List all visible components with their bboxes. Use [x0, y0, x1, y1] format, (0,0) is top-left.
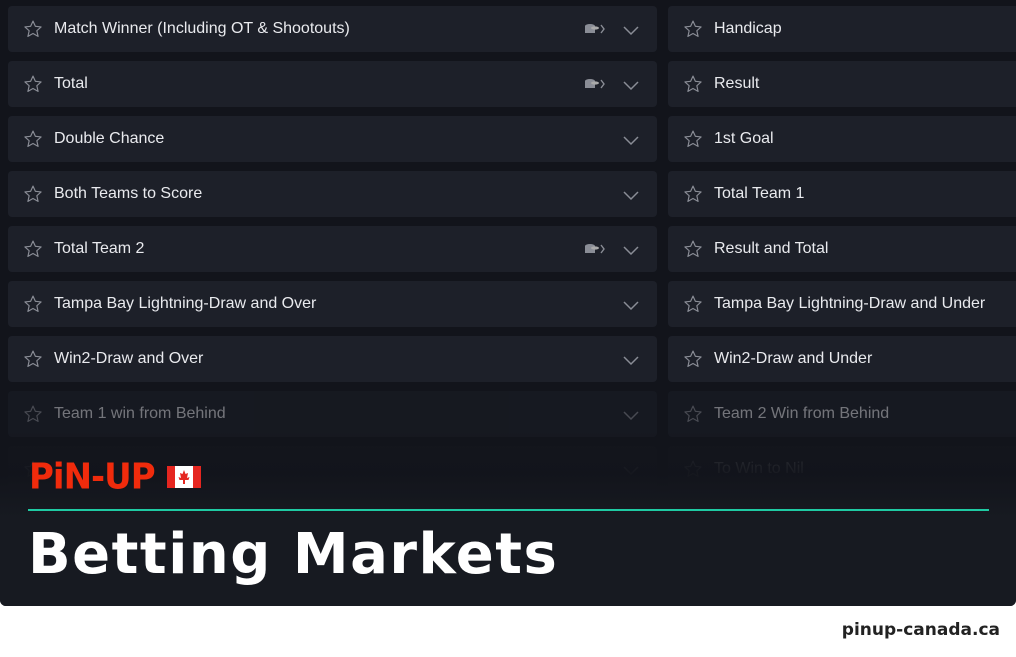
site-url: pinup-canada.ca: [841, 620, 1000, 640]
market-label: Total: [54, 75, 88, 92]
star-icon[interactable]: [683, 294, 703, 314]
star-icon[interactable]: [683, 19, 703, 39]
market-label: Win2-Draw and Over: [54, 350, 204, 367]
market-row[interactable]: Win2-Draw and Under: [668, 336, 1016, 382]
market-label: Total Team 1: [714, 185, 805, 202]
market-row[interactable]: Result: [668, 61, 1016, 107]
star-icon[interactable]: [683, 404, 703, 424]
star-icon[interactable]: [23, 19, 43, 39]
betting-markets-card: Match Winner (Including OT & Shootouts) T…: [0, 0, 1016, 606]
coins-icon[interactable]: [583, 22, 607, 36]
market-row[interactable]: Total: [8, 61, 657, 107]
star-icon[interactable]: [683, 74, 703, 94]
market-label: Result and Total: [714, 240, 829, 257]
market-row[interactable]: Match Winner (Including OT & Shootouts): [8, 6, 657, 52]
star-icon[interactable]: [23, 184, 43, 204]
market-row[interactable]: Total Team 2: [8, 226, 657, 272]
chevron-down-icon[interactable]: [623, 408, 639, 421]
coins-icon[interactable]: [583, 77, 607, 91]
canada-flag-icon: [166, 466, 201, 488]
accent-divider: [28, 509, 989, 511]
market-row[interactable]: Total Team 1: [668, 171, 1016, 217]
market-row[interactable]: Tampa Bay Lightning-Draw and Under: [668, 281, 1016, 327]
page-title: Betting Markets: [28, 522, 559, 587]
market-label: 1st Goal: [714, 130, 774, 147]
star-icon[interactable]: [23, 129, 43, 149]
chevron-down-icon[interactable]: [623, 23, 639, 36]
chevron-down-icon[interactable]: [623, 78, 639, 91]
star-icon[interactable]: [683, 184, 703, 204]
market-label: Double Chance: [54, 130, 165, 147]
market-label: Handicap: [714, 20, 782, 37]
market-label: Result: [714, 75, 760, 92]
market-label: Win2-Draw and Under: [714, 350, 873, 367]
pin-up-logo: PiN-UP: [29, 456, 201, 498]
chevron-down-icon[interactable]: [623, 353, 639, 366]
market-label: Match Winner (Including OT & Shootouts): [54, 20, 350, 37]
coins-icon[interactable]: [583, 242, 607, 256]
logo-text: PiN-UP: [29, 456, 156, 498]
star-icon[interactable]: [683, 239, 703, 259]
star-icon[interactable]: [23, 294, 43, 314]
star-icon[interactable]: [683, 129, 703, 149]
market-label: Team 2 Win from Behind: [714, 405, 890, 422]
market-row[interactable]: Result and Total: [668, 226, 1016, 272]
market-row[interactable]: Win2-Draw and Over: [8, 336, 657, 382]
market-row[interactable]: Both Teams to Score: [8, 171, 657, 217]
chevron-down-icon[interactable]: [623, 133, 639, 146]
market-row[interactable]: Double Chance: [8, 116, 657, 162]
market-label: Both Teams to Score: [54, 185, 203, 202]
chevron-down-icon[interactable]: [623, 243, 639, 256]
market-label: Tampa Bay Lightning-Draw and Under: [714, 295, 986, 312]
market-label: Team 1 win from Behind: [54, 405, 226, 422]
chevron-down-icon[interactable]: [623, 188, 639, 201]
market-row[interactable]: Handicap: [668, 6, 1016, 52]
market-label: Total Team 2: [54, 240, 145, 257]
star-icon[interactable]: [23, 74, 43, 94]
star-icon[interactable]: [683, 349, 703, 369]
market-label: Tampa Bay Lightning-Draw and Over: [54, 295, 317, 312]
chevron-down-icon[interactable]: [623, 298, 639, 311]
star-icon[interactable]: [23, 349, 43, 369]
star-icon[interactable]: [23, 404, 43, 424]
star-icon[interactable]: [23, 239, 43, 259]
market-row[interactable]: 1st Goal: [668, 116, 1016, 162]
market-row[interactable]: Tampa Bay Lightning-Draw and Over: [8, 281, 657, 327]
